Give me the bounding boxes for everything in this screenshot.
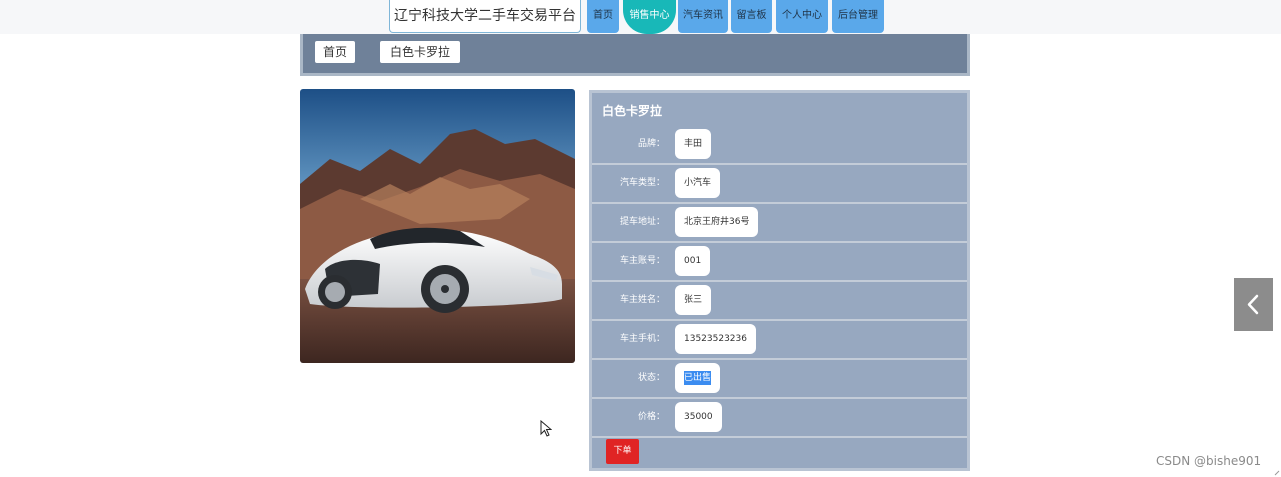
side-collapse-tab[interactable]: [1234, 278, 1273, 331]
breadcrumb: 首页 白色卡罗拉: [300, 34, 970, 76]
field-price-value: 35000: [675, 402, 722, 432]
field-owner-name-value: 张三: [675, 285, 712, 315]
product-detail-panel: 白色卡罗拉 品牌： 丰田 汽车类型： 小汽车 提车地址： 北京王府井36号 车主…: [589, 90, 970, 471]
field-owner-phone-label: 车主手机：: [619, 334, 665, 344]
field-owner-account-label: 车主账号：: [619, 256, 665, 266]
field-owner-phone-value: 13523523236: [675, 324, 756, 354]
breadcrumb-home[interactable]: 首页: [315, 41, 356, 63]
car-photo-image: [300, 89, 575, 363]
field-brand-label: 品牌：: [637, 139, 665, 149]
nav-home[interactable]: 首页: [587, 0, 619, 33]
nav-sales-center[interactable]: 销售中心: [623, 0, 676, 34]
field-car-type: 汽车类型： 小汽车: [592, 165, 967, 204]
field-status: 状态： 已出售: [592, 360, 967, 399]
field-owner-account: 车主账号： 001: [592, 243, 967, 282]
field-pickup-address-value: 北京王府井36号: [675, 207, 759, 237]
nav-car-news[interactable]: 汽车资讯: [678, 0, 728, 33]
field-brand: 品牌： 丰田: [592, 126, 967, 165]
field-owner-name: 车主姓名： 张三: [592, 282, 967, 321]
field-owner-account-value: 001: [675, 246, 711, 276]
field-brand-value: 丰田: [675, 129, 712, 159]
field-price-label: 价格：: [637, 412, 665, 422]
field-pickup-address-label: 提车地址：: [619, 217, 665, 227]
field-status-value[interactable]: 已出售: [675, 363, 721, 393]
resize-grip-icon: [1274, 470, 1280, 476]
field-car-type-label: 汽车类型：: [619, 178, 665, 188]
field-pickup-address: 提车地址： 北京王府井36号: [592, 204, 967, 243]
site-title[interactable]: 辽宁科技大学二手车交易平台: [389, 0, 581, 33]
field-owner-phone: 车主手机： 13523523236: [592, 321, 967, 360]
field-car-type-value: 小汽车: [675, 168, 721, 198]
nav-personal-center[interactable]: 个人中心: [776, 0, 828, 33]
mouse-pointer-icon: [540, 420, 552, 437]
status-selected-text[interactable]: 已出售: [684, 371, 712, 385]
order-button[interactable]: 下单: [606, 439, 639, 464]
field-owner-name-label: 车主姓名：: [619, 295, 665, 305]
product-title: 白色卡罗拉: [602, 104, 663, 118]
nav-message-board[interactable]: 留言板: [731, 0, 772, 33]
nav-admin[interactable]: 后台管理: [832, 0, 884, 33]
field-price: 价格： 35000: [592, 399, 967, 438]
car-photo: [300, 89, 575, 363]
watermark: CSDN @bishe901: [1156, 454, 1262, 468]
chevron-left-icon: [1247, 294, 1259, 315]
breadcrumb-current[interactable]: 白色卡罗拉: [380, 41, 461, 63]
field-status-label: 状态：: [637, 373, 665, 383]
top-navbar: 辽宁科技大学二手车交易平台 首页 销售中心 汽车资讯 留言板 个人中心 后台管理: [0, 0, 1281, 34]
